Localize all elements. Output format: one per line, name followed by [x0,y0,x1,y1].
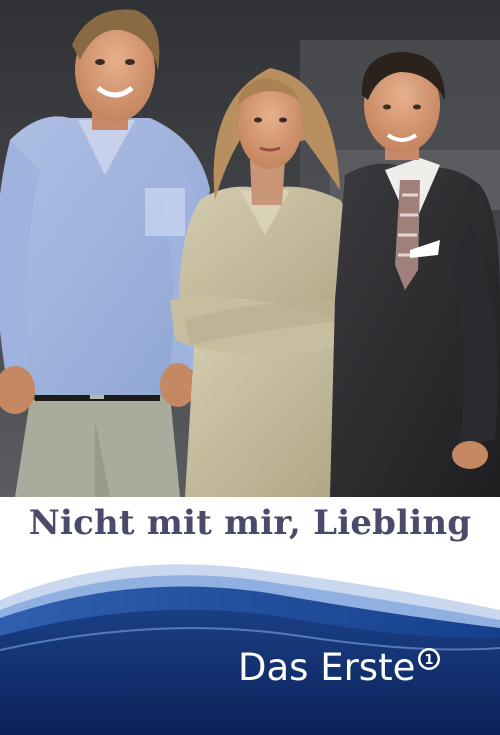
broadcaster-name: Das Erste [238,646,416,689]
brand-waves [0,564,500,735]
logo-mark: 1 [425,653,434,668]
cast-photo [0,0,500,497]
poster-title: Nicht mit mir, Liebling [28,503,472,543]
movie-poster: Nicht mit mir, Liebling Das Erste 1 [0,0,500,735]
broadcaster-logo: Das Erste 1 [238,645,488,691]
das-erste-one-icon: 1 [418,648,441,670]
